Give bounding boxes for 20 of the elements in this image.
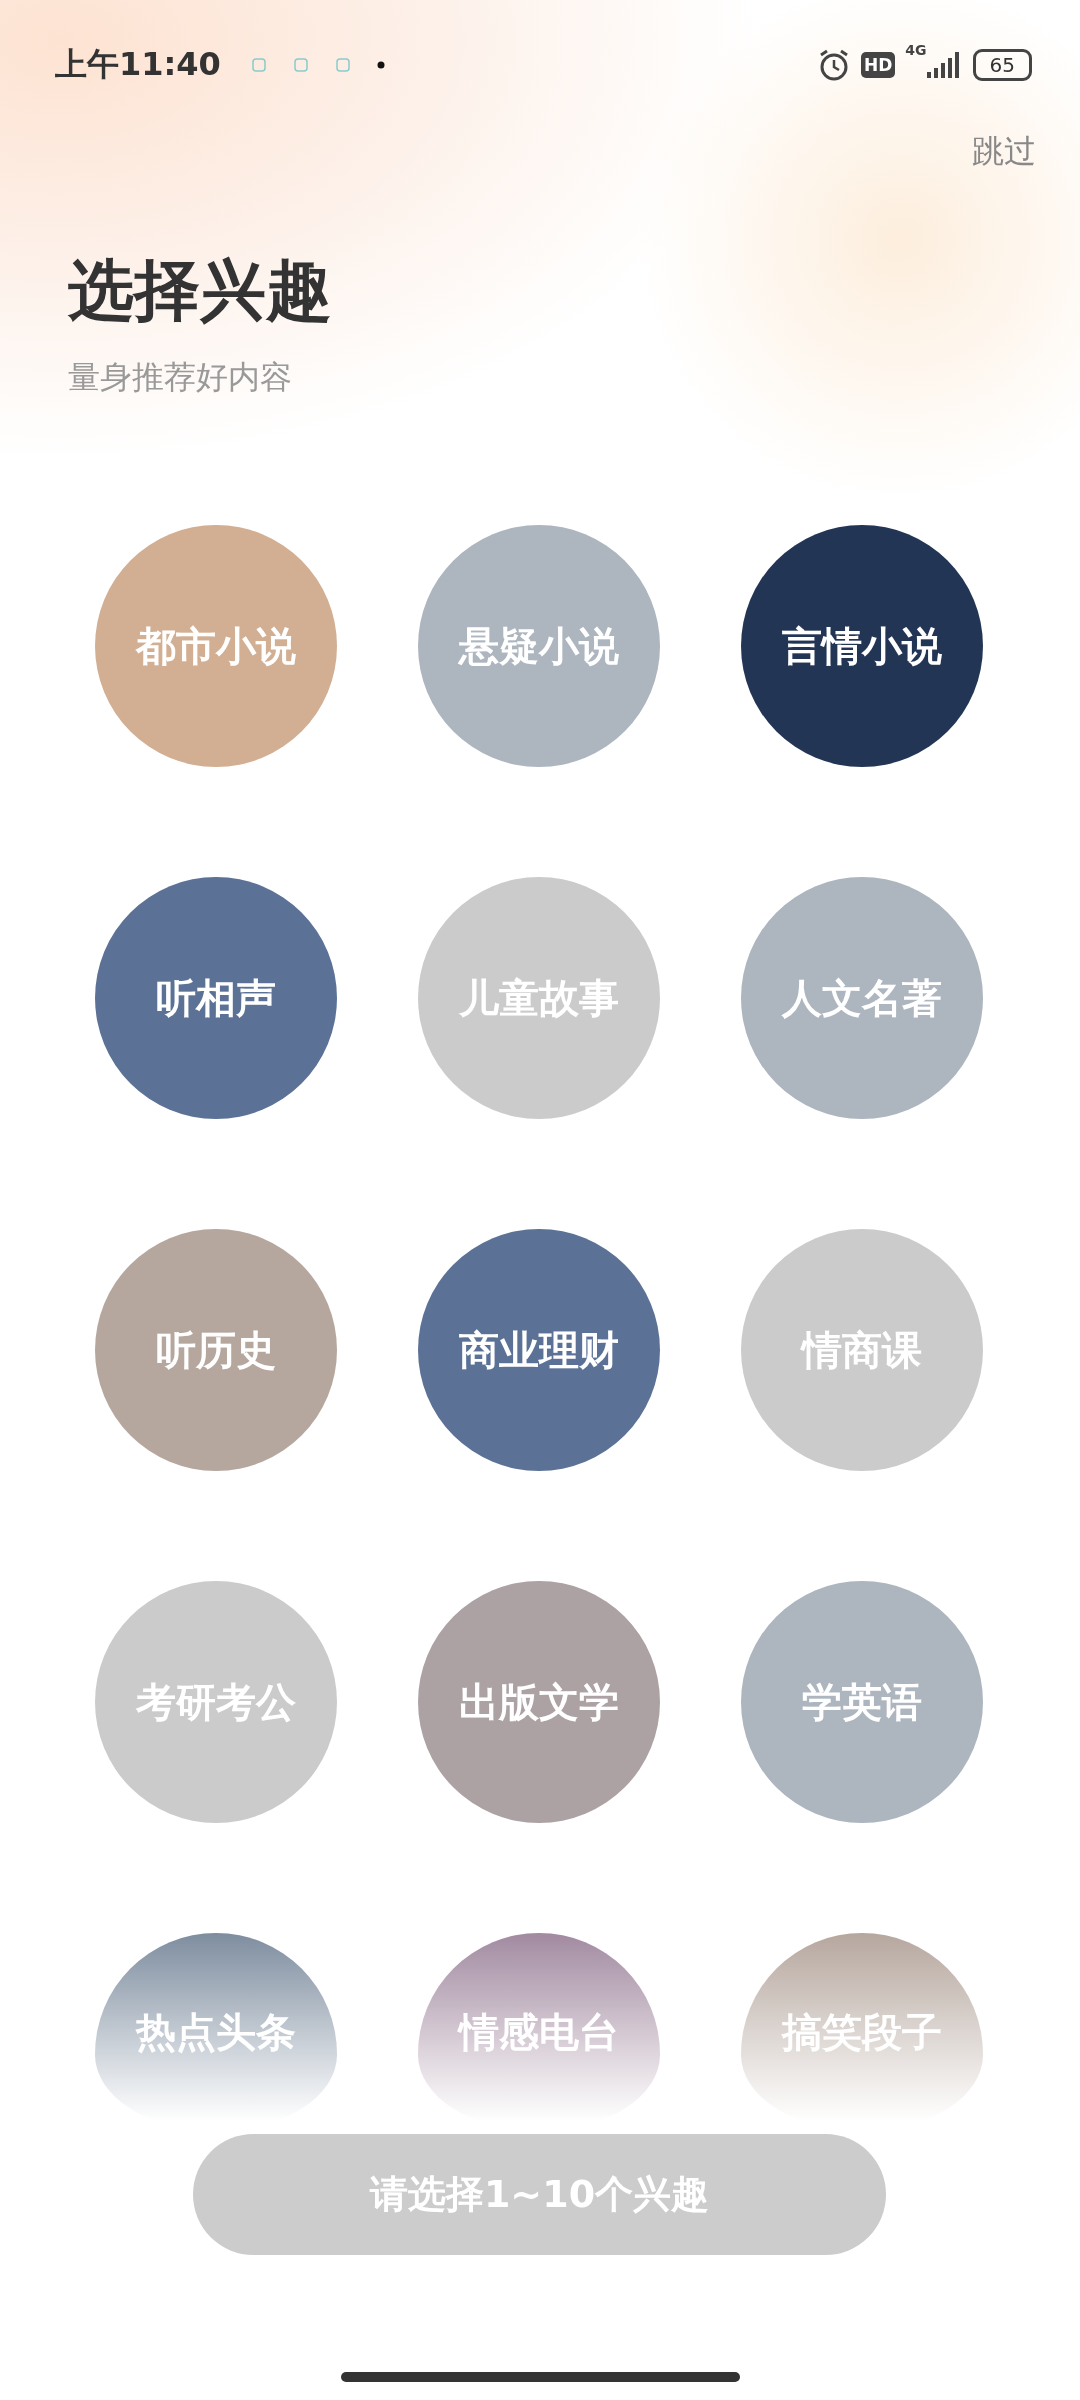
status-time: 上午11:40 — [55, 44, 221, 85]
notification-icon — [334, 57, 351, 73]
interest-option[interactable]: 商业理财 — [418, 1229, 660, 1471]
interest-option[interactable]: 悬疑小说 — [418, 525, 660, 767]
notification-icon — [292, 57, 309, 73]
interest-option[interactable]: 言情小说 — [741, 525, 983, 767]
notification-icon — [250, 57, 267, 73]
notification-dot-icon — [376, 61, 385, 69]
interest-option[interactable]: 学英语 — [741, 1581, 983, 1823]
network-label: 4G — [905, 42, 927, 58]
page-subtitle: 量身推荐好内容 — [68, 357, 293, 398]
interest-option[interactable]: 都市小说 — [95, 525, 337, 767]
hd-badge: HD — [860, 52, 896, 78]
interest-option[interactable]: 出版文学 — [418, 1581, 660, 1823]
interest-option[interactable]: 人文名著 — [741, 877, 983, 1119]
interest-option[interactable]: 听相声 — [95, 877, 337, 1119]
battery-indicator: 65 — [972, 49, 1032, 81]
interest-option[interactable]: 听历史 — [95, 1229, 337, 1471]
skip-button[interactable]: 跳过 — [972, 130, 1036, 174]
page-title: 选择兴趣 — [68, 251, 333, 331]
